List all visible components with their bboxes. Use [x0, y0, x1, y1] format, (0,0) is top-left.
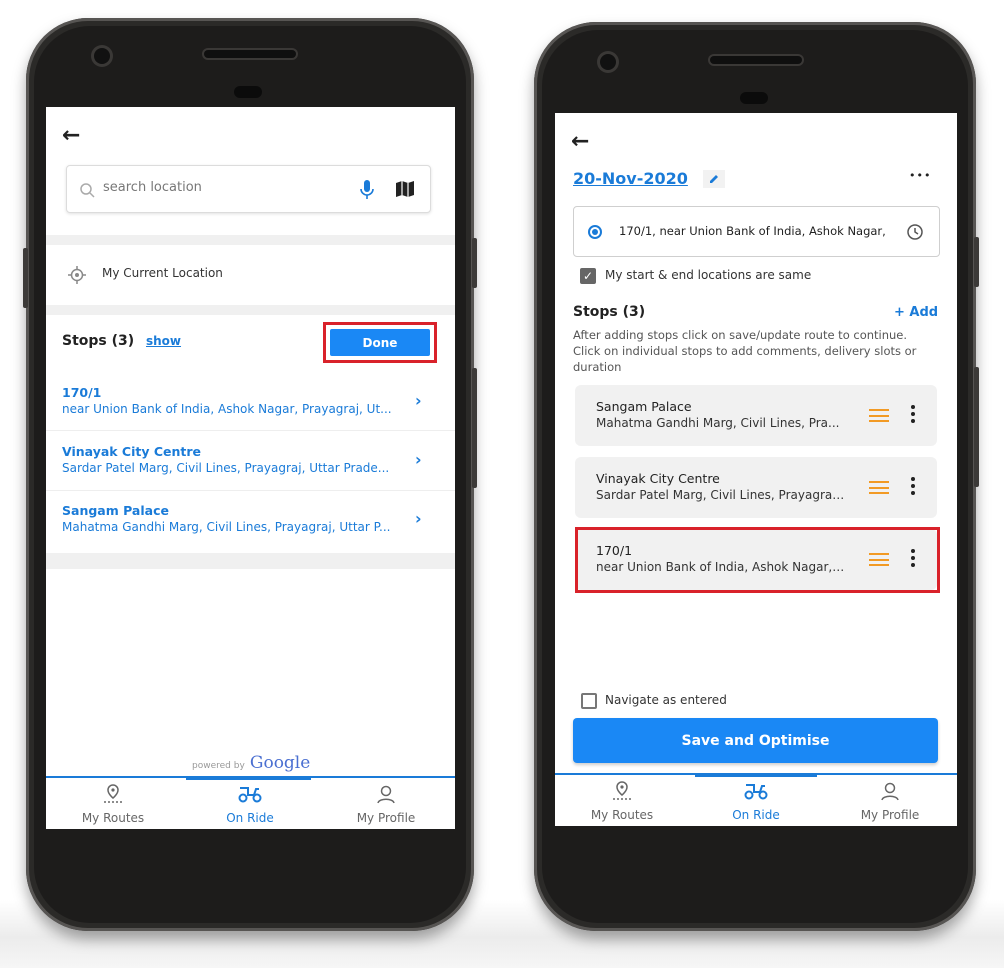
search-location-screen: ← search location My Current Location St…	[46, 107, 455, 829]
bottom-nav: My Routes On Ride My Profile	[46, 776, 455, 829]
nav-on-ride[interactable]: On Ride	[689, 781, 823, 822]
navigate-as-entered-checkbox[interactable]	[581, 693, 597, 709]
microphone-icon[interactable]	[360, 179, 374, 201]
scooter-icon	[744, 784, 768, 800]
drag-handle-icon[interactable]	[869, 409, 889, 422]
done-button[interactable]: Done	[330, 329, 430, 356]
list-item[interactable]: 170/1 near Union Bank of India, Ashok Na…	[46, 371, 455, 431]
current-location-row[interactable]: My Current Location	[46, 245, 455, 305]
nav-on-ride[interactable]: On Ride	[183, 784, 317, 825]
profile-icon	[377, 785, 395, 804]
map-icon[interactable]	[395, 180, 415, 198]
same-locations-label: My start & end locations are same	[605, 268, 812, 282]
kebab-menu-icon[interactable]	[910, 477, 916, 497]
edit-pencil-icon[interactable]	[703, 170, 725, 188]
list-item[interactable]: Sangam Palace Mahatma Gandhi Marg, Civil…	[46, 491, 455, 551]
kebab-menu-icon[interactable]	[910, 405, 916, 425]
stop-title: 170/1	[62, 385, 102, 400]
route-date[interactable]: 20-Nov-2020	[573, 169, 688, 188]
start-address: 170/1, near Union Bank of India, Ashok N…	[619, 224, 886, 238]
stop-title: Sangam Palace	[596, 399, 692, 414]
stops-heading: Stops (3)	[573, 304, 646, 320]
back-arrow-icon[interactable]: ←	[571, 131, 589, 153]
save-and-optimise-button[interactable]: Save and Optimise	[573, 718, 938, 763]
navigate-as-entered-label: Navigate as entered	[605, 693, 727, 707]
same-locations-checkbox[interactable]: ✓	[580, 268, 596, 284]
stops-heading: Stops (3)	[62, 333, 135, 349]
help-text: After adding stops click on save/update …	[573, 328, 917, 374]
scooter-icon	[238, 787, 262, 803]
clock-icon[interactable]	[906, 223, 924, 241]
nav-my-routes[interactable]: My Routes	[46, 784, 180, 825]
search-box[interactable]: search location	[66, 165, 431, 213]
stop-highlight	[575, 527, 940, 593]
profile-icon	[881, 782, 899, 801]
crosshair-icon	[68, 266, 86, 284]
add-stop-button[interactable]: + Add	[894, 305, 938, 320]
back-arrow-icon[interactable]: ←	[62, 125, 80, 147]
done-highlight: Done	[323, 322, 437, 363]
nav-my-profile[interactable]: My Profile	[319, 784, 453, 825]
stop-card[interactable]: Sangam Palace Mahatma Gandhi Marg, Civil…	[575, 385, 937, 446]
nav-my-profile[interactable]: My Profile	[823, 781, 957, 822]
chevron-right-icon: ›	[415, 450, 422, 469]
search-input[interactable]: search location	[103, 180, 202, 195]
routes-pin-icon	[104, 784, 122, 803]
bottom-nav: My Routes On Ride My Profile	[555, 773, 957, 826]
stop-address: Mahatma Gandhi Marg, Civil Lines, Pra...	[596, 416, 840, 430]
show-link[interactable]: show	[146, 334, 181, 348]
routes-pin-icon	[613, 781, 631, 800]
stop-title: Vinayak City Centre	[62, 444, 202, 459]
stop-title: Sangam Palace	[62, 503, 169, 518]
radio-selected-icon	[588, 225, 602, 239]
powered-by-google: powered by Google	[192, 753, 311, 773]
drag-handle-icon[interactable]	[869, 481, 889, 494]
stop-address: Mahatma Gandhi Marg, Civil Lines, Prayag…	[62, 520, 391, 534]
current-location-label: My Current Location	[102, 266, 223, 280]
more-options-icon[interactable]: •••	[909, 169, 931, 182]
chevron-right-icon: ›	[415, 391, 422, 410]
chevron-right-icon: ›	[415, 509, 422, 528]
stop-address: Sardar Patel Marg, Civil Lines, Prayagra…	[62, 461, 390, 475]
start-location-field[interactable]: 170/1, near Union Bank of India, Ashok N…	[573, 206, 940, 257]
nav-my-routes[interactable]: My Routes	[555, 781, 689, 822]
stop-address: Sardar Patel Marg, Civil Lines, Prayagra…	[596, 488, 846, 502]
stop-card[interactable]: Vinayak City Centre Sardar Patel Marg, C…	[575, 457, 937, 518]
list-item[interactable]: Vinayak City Centre Sardar Patel Marg, C…	[46, 431, 455, 491]
stop-title: Vinayak City Centre	[596, 471, 720, 486]
stop-address: near Union Bank of India, Ashok Nagar, P…	[62, 402, 392, 416]
search-icon	[80, 183, 95, 198]
route-planner-screen: ← 20-Nov-2020 ••• 170/1, near Union Bank…	[555, 113, 957, 826]
